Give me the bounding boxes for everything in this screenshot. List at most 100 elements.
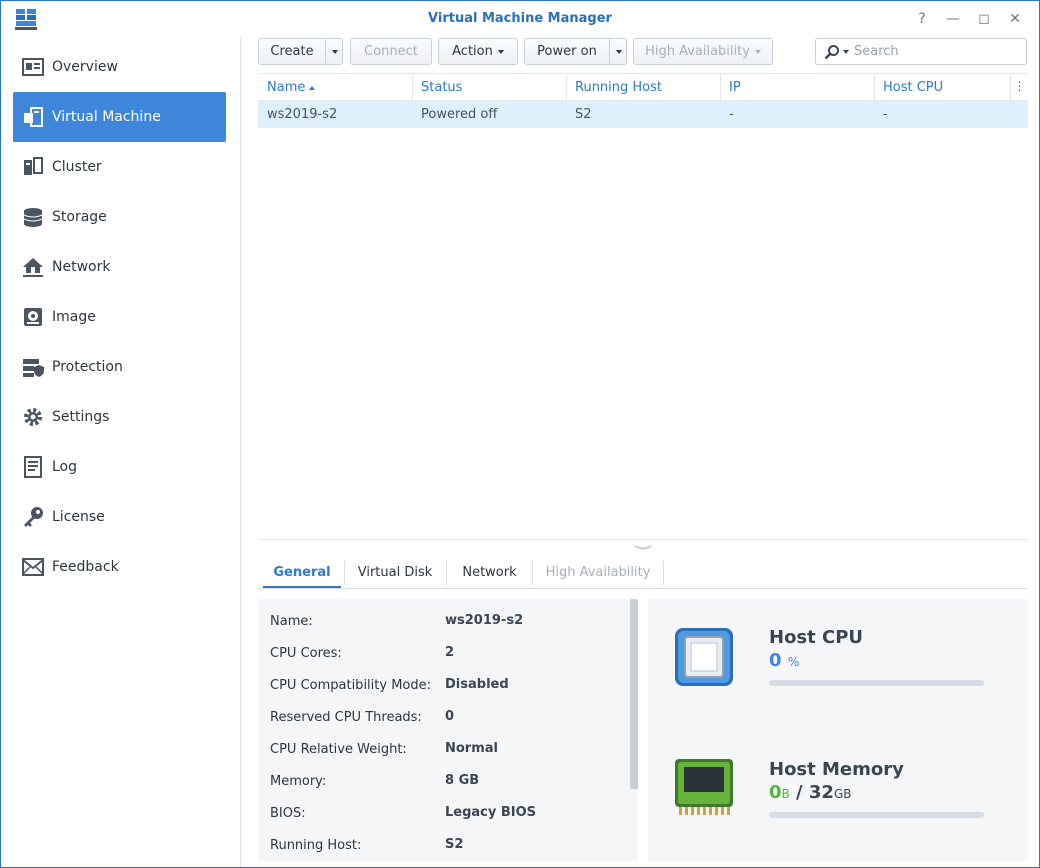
sidebar-item-label: Image (52, 309, 96, 325)
sidebar-item-overview[interactable]: Overview (13, 42, 226, 92)
divider (663, 561, 664, 585)
sidebar-item-license[interactable]: License (13, 492, 226, 542)
sidebar-item-feedback[interactable]: Feedback (13, 542, 226, 592)
table-row[interactable]: ws2019-s2 Powered off S2 - - (258, 101, 1028, 128)
tab-high-availability[interactable]: High Availability (533, 557, 663, 588)
high-availability-label: High Availability (645, 44, 750, 59)
log-icon (24, 456, 42, 478)
field-value-memory: 8 GB (445, 773, 480, 788)
sidebar-item-label: Overview (52, 59, 118, 75)
create-button[interactable]: Create (259, 44, 325, 59)
vm-status-cell: Powered off (421, 107, 498, 122)
vm-name-cell: ws2019-s2 (267, 107, 338, 122)
sidebar-item-label: Feedback (52, 559, 119, 575)
high-availability-button[interactable]: High Availability (633, 38, 773, 65)
column-header-running-host[interactable]: Running Host (566, 74, 721, 101)
host-usage-panel: Host CPU 0 % Host Memory 0B / 32GB (648, 599, 1028, 861)
host-cpu-bar (769, 680, 984, 686)
sidebar-item-protection[interactable]: Protection (13, 342, 226, 392)
field-label-name: Name: (270, 614, 313, 629)
sidebar-item-image[interactable]: Image (13, 292, 226, 342)
connect-button[interactable]: Connect (350, 38, 432, 65)
storage-icon (23, 208, 43, 227)
power-on-split-button: Power on (524, 38, 627, 65)
title-bar: Virtual Machine Manager ? — ◻ ✕ (1, 1, 1039, 37)
close-button[interactable]: ✕ (1006, 10, 1024, 28)
column-header-host-cpu[interactable]: Host CPU (874, 74, 1011, 101)
general-panel-scrollbar[interactable] (630, 599, 638, 789)
network-icon (23, 258, 43, 277)
sidebar-item-network[interactable]: Network (13, 242, 226, 292)
field-value-bios: Legacy BIOS (445, 805, 537, 820)
search-options-icon[interactable] (843, 50, 849, 54)
field-value-cpu-compat: Disabled (445, 677, 509, 692)
search-box[interactable]: Search (815, 38, 1027, 65)
tab-virtual-disk[interactable]: Virtual Disk (345, 557, 445, 588)
field-label-cpu-compat: CPU Compatibility Mode: (270, 678, 431, 693)
column-header-ip[interactable]: IP (720, 74, 875, 101)
sidebar-item-cluster[interactable]: Cluster (13, 142, 226, 192)
field-label-cpu-weight: CPU Relative Weight: (270, 742, 407, 757)
sort-ascending-icon (309, 85, 316, 90)
field-value-reserved-threads: 0 (445, 709, 455, 724)
general-info-panel: Name: ws2019-s2 CPU Cores: 2 CPU Compati… (258, 599, 638, 861)
chevron-down-icon (331, 49, 338, 54)
virtual-machine-icon (24, 107, 43, 127)
chevron-down-icon (615, 49, 622, 54)
maximize-button[interactable]: ◻ (975, 10, 993, 28)
vm-running-host-cell: S2 (575, 107, 592, 122)
field-label-cpu-cores: CPU Cores: (270, 646, 342, 661)
splitter-grip-icon[interactable] (633, 544, 653, 552)
app-window: Virtual Machine Manager ? — ◻ ✕ Overview… (0, 0, 1040, 868)
field-label-running-host: Running Host: (270, 838, 362, 853)
host-cpu-title: Host CPU (769, 627, 864, 648)
column-header-name[interactable]: Name (258, 74, 413, 101)
image-icon (24, 308, 42, 326)
host-memory-title: Host Memory (769, 759, 904, 780)
detail-tabs: General Virtual Disk Network High Availa… (258, 557, 1028, 589)
key-icon (24, 507, 43, 527)
sidebar-item-label: Log (52, 459, 78, 475)
action-button[interactable]: Action (438, 38, 518, 65)
vm-host-cpu-cell: - (883, 107, 888, 122)
field-value-name: ws2019-s2 (445, 613, 524, 628)
column-header-status[interactable]: Status (412, 74, 567, 101)
cluster-icon (24, 157, 43, 175)
power-on-dropdown-button[interactable] (610, 44, 627, 59)
sidebar-item-storage[interactable]: Storage (13, 192, 226, 242)
gear-icon (24, 408, 42, 426)
vm-table-header: Name Status Running Host IP Host CPU (258, 73, 1028, 101)
minimize-button[interactable]: — (944, 10, 962, 28)
chevron-down-icon (754, 49, 761, 54)
tab-network[interactable]: Network (447, 557, 532, 588)
protection-icon (23, 359, 44, 377)
sidebar-item-label: Protection (52, 359, 123, 375)
sidebar-item-label: Storage (52, 209, 107, 225)
sidebar-item-label: Virtual Machine (52, 109, 161, 125)
search-placeholder: Search (854, 44, 899, 59)
field-value-running-host: S2 (445, 837, 464, 852)
tab-general[interactable]: General (263, 557, 341, 588)
sidebar-item-virtual-machine[interactable]: Virtual Machine (13, 92, 226, 142)
power-on-button[interactable]: Power on (525, 44, 609, 59)
field-label-memory: Memory: (270, 774, 327, 789)
create-split-button: Create (258, 38, 343, 65)
help-button[interactable]: ? (913, 10, 931, 28)
sidebar: Overview Virtual Machine Cluster Storage… (1, 37, 241, 867)
search-icon (824, 45, 839, 60)
action-label: Action (452, 44, 493, 59)
column-menu-icon[interactable]: ⋮ (1011, 73, 1028, 101)
panel-splitter[interactable] (258, 539, 1028, 543)
sidebar-item-label: Network (52, 259, 111, 275)
field-label-reserved-threads: Reserved CPU Threads: (270, 710, 422, 725)
sidebar-item-log[interactable]: Log (13, 442, 226, 492)
overview-icon (22, 58, 44, 76)
host-memory-value: 0B / 32GB (769, 782, 852, 803)
sidebar-item-label: Cluster (52, 159, 102, 175)
sidebar-item-settings[interactable]: Settings (13, 392, 226, 442)
sidebar-item-label: Settings (52, 409, 110, 425)
create-dropdown-button[interactable] (326, 44, 343, 59)
sidebar-item-label: License (52, 509, 105, 525)
memory-chip-icon (675, 759, 733, 815)
mail-icon (22, 558, 44, 576)
